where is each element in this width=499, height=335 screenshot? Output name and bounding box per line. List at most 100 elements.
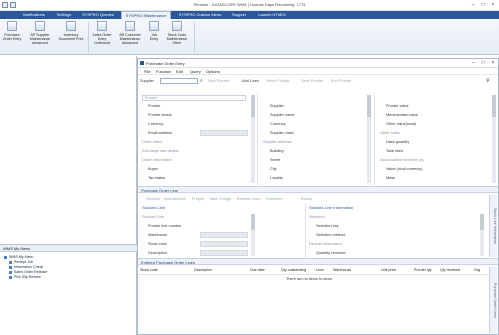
window-minimize-button[interactable]: – — [468, 59, 478, 68]
pane3-scrollbar[interactable] — [492, 95, 496, 183]
section-selection[interactable]: Selection — [309, 214, 325, 220]
sales-order-entry-button[interactable]: Sales Order Entry Outbound — [91, 21, 113, 45]
field-total-lines-label: Total lines — [386, 149, 403, 153]
stocked-pane-scrollbar[interactable] — [251, 214, 255, 256]
stocked-info-scrollbar[interactable] — [480, 214, 484, 256]
field-porder-label: P/order — [148, 104, 161, 108]
col-org[interactable]: Org — [474, 267, 480, 274]
new-porder-button[interactable]: New P/order — [208, 77, 229, 85]
field-email-label: Email address — [148, 131, 173, 135]
sales-order-icon — [97, 21, 107, 31]
col-due-date[interactable]: Due date — [250, 267, 265, 274]
pane-splitter[interactable] — [257, 93, 258, 185]
tab-launch-html5[interactable]: Launch HTML5 — [254, 11, 290, 19]
menu-file[interactable]: File — [144, 68, 150, 75]
menu-query[interactable]: Query — [190, 68, 201, 75]
field-selection-method-label: Selection method — [316, 233, 346, 237]
window-close-button[interactable]: × — [488, 59, 498, 68]
window-icon — [140, 61, 144, 65]
col-warehouse[interactable]: Warehouse — [333, 267, 351, 274]
col-porder-qty[interactable]: P/order qty — [414, 267, 432, 274]
empty-grid-message: There are no items to show — [286, 277, 333, 281]
stock-code-icon — [172, 21, 182, 31]
pane-splitter[interactable] — [374, 93, 375, 185]
field-porder-line-number-label: P/order line number — [148, 224, 182, 228]
job-entry-button[interactable]: Job Entry — [147, 21, 161, 41]
stocked-line-information-title: Stocked Line Information — [309, 205, 354, 210]
section-exchange-rate[interactable]: Exchange rate details — [142, 148, 179, 154]
section-order-information[interactable]: Order Information — [142, 157, 172, 163]
stocked-button[interactable]: Stocked — [146, 195, 160, 203]
supplier-input[interactable] — [160, 78, 198, 84]
col-description[interactable]: Description — [194, 267, 212, 274]
section-order-dates[interactable]: Order dates — [142, 139, 162, 145]
porder-search-input[interactable]: P/order — [142, 95, 246, 101]
pin-icon[interactable]: ⚲ — [486, 77, 490, 85]
menu-options[interactable]: Options — [206, 68, 220, 75]
inventory-document-print-button[interactable]: Inventory Document Print — [58, 21, 84, 41]
stock-code-maintenance-button[interactable]: Stock Code Maintenance Other — [163, 21, 191, 45]
finish-porder-button[interactable]: Finish P/order — [266, 77, 290, 85]
email-field[interactable] — [200, 130, 248, 136]
section-other-totals[interactable]: Other totals — [380, 130, 400, 136]
ar-customer-maintenance-button[interactable]: AR Customer Maintenance Advanced — [115, 21, 145, 45]
refresh-lines-button[interactable]: Refresh Lines — [237, 195, 260, 203]
col-qty-outstanding[interactable]: Qty outstanding — [281, 267, 306, 274]
window-maximize-button[interactable]: □ — [478, 59, 488, 68]
my-menu-item-pick-slip-review[interactable]: Pick Slip Review — [9, 275, 41, 280]
entered-lines-bar: Entered Purchase Order Lines — [138, 258, 498, 265]
minimize-button[interactable]: – — [468, 1, 478, 9]
close-button[interactable]: × — [488, 1, 498, 9]
col-stock-code[interactable]: Stock code — [140, 267, 158, 274]
tab-support[interactable]: Support — [229, 11, 249, 19]
freight-button[interactable]: Freight — [192, 195, 204, 203]
side-tab-purchase-order-lines[interactable]: Purchase Order Lines — [489, 267, 497, 333]
comment-button[interactable]: Comment — [266, 195, 282, 203]
section-receipt-information[interactable]: Receipt information — [309, 241, 342, 247]
save-porder-button[interactable]: Save P/order — [301, 77, 323, 85]
program-icon — [9, 275, 12, 279]
ribbon-separator — [88, 22, 89, 52]
misc-charge-button[interactable]: Misc Charge — [210, 195, 231, 203]
supplier-icon — [35, 21, 45, 31]
ap-supplier-maintenance-button[interactable]: AP Supplier Maintenance Advanced — [25, 21, 55, 45]
non-stocked-button[interactable]: Non-stocked — [164, 195, 185, 203]
search-icon[interactable]: ⌕ — [200, 77, 203, 85]
app-title-bar: Pentium - DATASCOPE WMS | License Days R… — [0, 0, 499, 11]
window-title-bar: Purchase Order Entry – □ × — [138, 59, 498, 68]
ready-button[interactable]: Ready — [301, 195, 312, 203]
left-panel: WMS My Menu WMS My Menu Receipt Job Info… — [0, 56, 137, 335]
tab-syspro-custom-menu[interactable]: SYSPRO Custom Menu — [175, 11, 225, 19]
col-uom[interactable]: Uom — [316, 267, 324, 274]
field-merchandise-value-label: Merchandise value — [386, 113, 418, 117]
maximize-button[interactable]: □ — [478, 1, 488, 9]
tab-syspro-queries[interactable]: SYSPRO Queries — [77, 11, 119, 19]
col-qty-received[interactable]: Qty received — [440, 267, 460, 274]
ribbon-panel: Purchase Order Entry AP Supplier Mainten… — [0, 19, 499, 55]
field-buyer-label: Buyer — [148, 167, 158, 171]
field-tax-status-label: Tax status — [148, 176, 166, 180]
stock-code-field[interactable] — [200, 241, 248, 247]
pane2-scrollbar[interactable] — [367, 95, 371, 183]
menu-edit[interactable]: Edit — [176, 68, 183, 75]
pane1-scrollbar[interactable] — [251, 95, 255, 183]
section-supplier-address[interactable]: Supplier address — [263, 139, 292, 145]
ribbon-button-label: Stock Code Maintenance Other — [166, 33, 188, 45]
tab-notifications[interactable]: Notifications — [17, 11, 51, 19]
ribbon-button-label: AR Customer Maintenance Advanced — [119, 33, 141, 45]
col-unit-price[interactable]: Unit price — [381, 267, 396, 274]
tab-settings[interactable]: Settings — [53, 11, 75, 19]
pane-splitter[interactable] — [305, 203, 306, 258]
menu-function[interactable]: Function — [156, 68, 171, 75]
section-accumulated-minimum[interactable]: Accumulated minimum (s) — [380, 157, 424, 163]
menu-item-label: Pick Slip Review — [14, 275, 41, 279]
menu-root-label: WMS My Menu — [9, 255, 34, 259]
add-lines-button[interactable]: Add Lines — [242, 77, 259, 85]
section-stocked-line[interactable]: Stocked Line — [142, 214, 164, 220]
tab-syspro-maintenance[interactable]: SYSPRO Maintenance — [121, 11, 171, 19]
side-tab-stock-line-information[interactable]: Stock Line Information — [489, 195, 497, 257]
description-field[interactable] — [200, 250, 248, 256]
purchase-order-entry-button[interactable]: Purchase Order Entry — [2, 21, 22, 41]
warehouse-field[interactable] — [200, 232, 248, 238]
end-porder-button[interactable]: End P/order — [331, 77, 351, 85]
